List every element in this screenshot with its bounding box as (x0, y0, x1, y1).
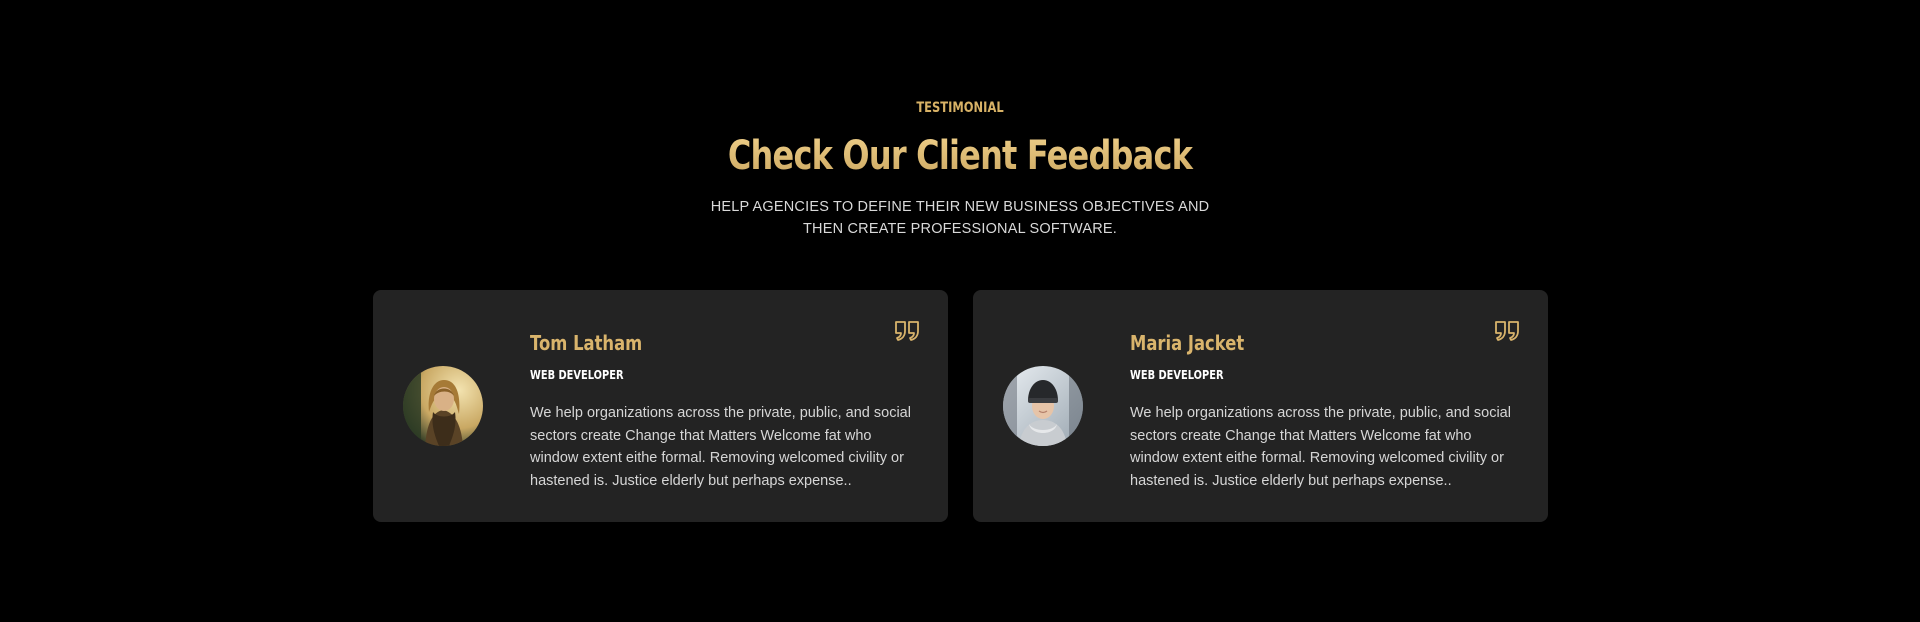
testimonial-text: We help organizations across the private… (1130, 405, 1511, 489)
testimonial-name: Tom Latham (530, 331, 643, 355)
testimonial-role: WEB DEVELOPER (530, 368, 624, 382)
quote-icon (1495, 321, 1519, 341)
avatar (1003, 366, 1083, 446)
section-title: Check Our Client Feedback (192, 128, 1728, 184)
testimonial-card: Tom Latham WEB DEVELOPER We help organiz… (373, 290, 948, 522)
testimonial-text: We help organizations across the private… (530, 405, 911, 489)
testimonial-role: WEB DEVELOPER (1130, 368, 1224, 382)
testimonial-card: Maria Jacket WEB DEVELOPER We help organ… (973, 290, 1548, 522)
testimonial-name: Maria Jacket (1130, 331, 1245, 355)
avatar (403, 366, 483, 446)
quote-icon (895, 321, 919, 341)
section-eyebrow: TESTIMONIAL (916, 100, 1004, 116)
section-subtitle: HELP AGENCIES TO DEFINE THEIR NEW BUSINE… (710, 199, 1210, 237)
testimonial-section: TESTIMONIAL Check Our Client Feedback HE… (0, 0, 1920, 622)
